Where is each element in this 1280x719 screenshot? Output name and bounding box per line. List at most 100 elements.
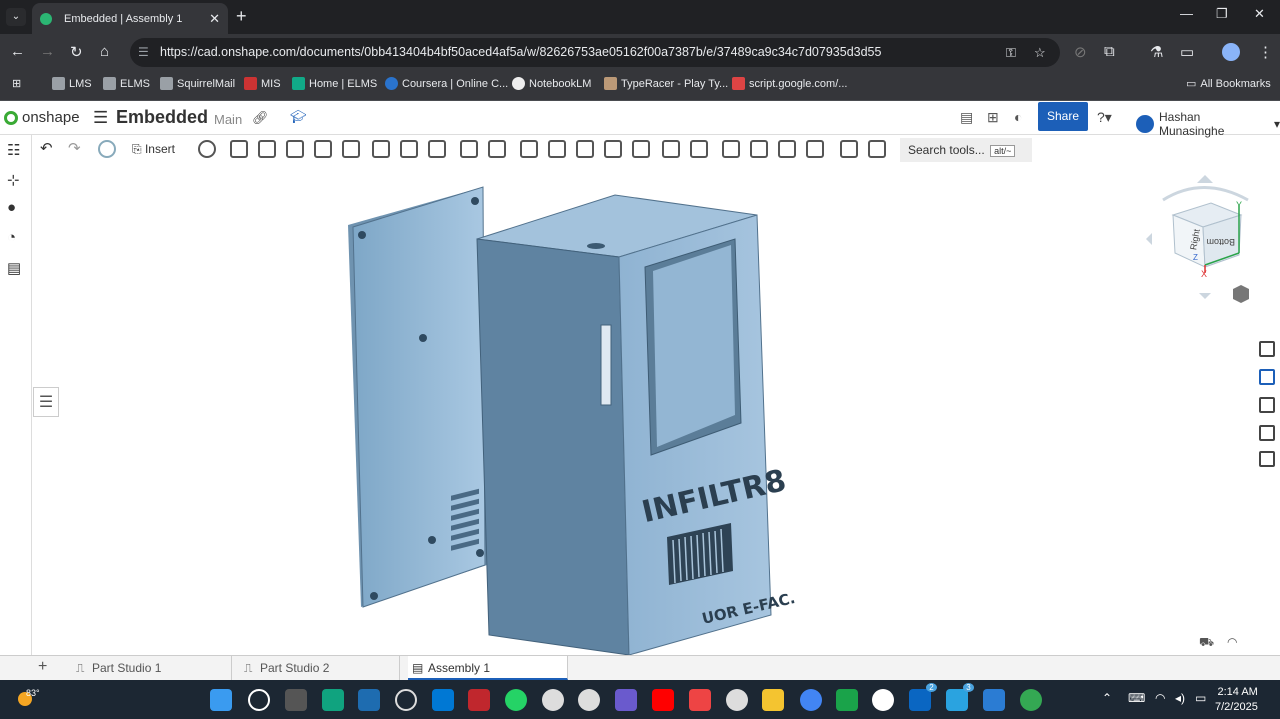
tab-part-studio-2[interactable]: ⎍ Part Studio 2	[240, 656, 400, 680]
section-view-icon[interactable]	[806, 140, 824, 158]
chatgpt-3-icon[interactable]	[578, 689, 600, 711]
extension-blocked-icon[interactable]: ⊘	[1074, 43, 1087, 61]
back-icon[interactable]: ←	[10, 43, 25, 60]
instances-icon[interactable]: ⊹	[7, 171, 25, 189]
share-button[interactable]: Share	[1038, 102, 1088, 131]
whatsapp-icon[interactable]	[505, 689, 527, 711]
onshape-logo[interactable]: onshape	[4, 109, 80, 126]
planar-mate-icon[interactable]	[314, 140, 332, 158]
sheets-icon[interactable]	[836, 689, 858, 711]
comments-icon[interactable]: ●	[7, 199, 25, 216]
user-menu[interactable]: Hashan Munasinghe ▾	[1136, 110, 1280, 138]
chatgpt-2-icon[interactable]	[542, 689, 564, 711]
link-icon[interactable]: 🔗︎	[252, 110, 269, 126]
app-icon[interactable]	[358, 689, 380, 711]
clock-icon[interactable]	[198, 140, 216, 158]
branch-name[interactable]: Main	[214, 112, 242, 127]
perplexity-icon[interactable]	[395, 689, 417, 711]
browser-menu-icon[interactable]: ⋮	[1258, 43, 1273, 61]
rack-pinion-icon[interactable]	[604, 140, 622, 158]
browser-tab-active[interactable]: Embedded | Assembly 1 ✕	[32, 3, 228, 34]
history-icon[interactable]: ◔	[7, 229, 25, 246]
mate-connector-icon[interactable]	[548, 140, 566, 158]
bookmark-script-google[interactable]: script.google.com/...	[732, 77, 847, 90]
extensions-icon[interactable]: ⧉	[1104, 43, 1115, 60]
properties-panel-icon[interactable]	[1259, 341, 1275, 357]
linkedin-icon[interactable]: 2	[909, 683, 937, 711]
cylindrical-mate-icon[interactable]	[342, 140, 360, 158]
all-bookmarks-button[interactable]: ▭ All Bookmarks	[1186, 77, 1271, 91]
hamburger-menu-icon[interactable]: ☰	[93, 108, 108, 128]
keyboard-icon[interactable]: ⌨	[1128, 691, 1145, 705]
feature-list-icon[interactable]: ☷	[7, 141, 25, 159]
search-taskbar-icon[interactable]	[248, 689, 270, 711]
replicate-icon[interactable]	[722, 140, 740, 158]
reload-icon[interactable]: ↻	[70, 43, 83, 61]
bookmark-mis[interactable]: MIS	[244, 77, 281, 90]
bookmark-lms[interactable]: LMS	[52, 77, 92, 90]
app-store-icon[interactable]: ⊞	[987, 109, 999, 126]
vscode-icon[interactable]: 3	[946, 683, 974, 711]
side-panel[interactable]	[348, 186, 487, 608]
document-list-icon[interactable]: ▤	[960, 109, 973, 126]
battery-icon[interactable]: ▭	[1195, 691, 1206, 705]
measure-icon[interactable]	[840, 140, 858, 158]
assembly-model[interactable]: INFILTR8 UOR E-FAC. Right Bottom Y X Z ▾…	[33, 165, 1255, 655]
linear-pattern-icon[interactable]	[662, 140, 680, 158]
app-red-icon[interactable]	[468, 689, 490, 711]
volume-icon[interactable]: ◂)	[1175, 691, 1185, 705]
chatgpt-4-icon[interactable]	[726, 689, 748, 711]
insert-button[interactable]: ⎘ Insert	[132, 142, 175, 157]
search-tools-button[interactable]: Search tools... alt/~ c	[900, 138, 1032, 182]
group-icon[interactable]	[520, 140, 538, 158]
explode-icon[interactable]	[778, 140, 796, 158]
pin-slot-mate-icon[interactable]	[372, 140, 390, 158]
clock[interactable]: 2:14 AM 7/2/2025	[1215, 685, 1258, 715]
site-info-icon[interactable]: ☰	[138, 38, 149, 67]
bookmark-elms[interactable]: ELMS	[103, 77, 150, 90]
close-tab-icon[interactable]: ✕	[209, 11, 220, 27]
bookmark-home-elms[interactable]: Home | ELMS	[292, 77, 377, 90]
redo-icon[interactable]: ↷	[68, 139, 81, 157]
enclosure-box[interactable]	[476, 194, 772, 655]
view-cube[interactable]: Right Bottom Y X Z	[1146, 175, 1255, 299]
screw-relation-icon[interactable]	[632, 140, 650, 158]
revolute-mate-icon[interactable]	[258, 140, 276, 158]
start-icon[interactable]	[210, 689, 232, 711]
viewcube-bottom-label[interactable]: Bottom	[1206, 237, 1235, 247]
bookmark-squirrelmail[interactable]: SquirrelMail	[160, 77, 235, 90]
tab-part-studio-1[interactable]: ⎍ Part Studio 1	[72, 656, 232, 680]
help-icon[interactable]: ?▾	[1097, 109, 1112, 126]
tab-search-button[interactable]: ⌄	[6, 8, 26, 26]
graphics-area[interactable]: ☰ INFILTR8 UOR E-FAC. Right Bottom Y X Z…	[33, 165, 1255, 655]
width-mate-icon[interactable]	[488, 140, 506, 158]
bom-panel-icon[interactable]	[1259, 397, 1275, 413]
mate-panel-icon[interactable]	[1259, 425, 1275, 441]
tray-chevron-icon[interactable]: ⌃	[1102, 691, 1112, 705]
tab-assembly-1[interactable]: ▤ Assembly 1	[408, 656, 568, 680]
profile-avatar[interactable]	[1222, 43, 1240, 61]
variables-panel-icon[interactable]	[1259, 451, 1275, 467]
slider-mate-icon[interactable]	[286, 140, 304, 158]
regenerate-icon[interactable]	[98, 140, 116, 158]
mass-properties-icon[interactable]	[868, 140, 886, 158]
learning-center-icon[interactable]: 🎓︎	[290, 109, 307, 125]
maximize-icon[interactable]: ❐	[1216, 6, 1228, 22]
gear-relation-icon[interactable]	[576, 140, 594, 158]
document-name[interactable]: Embedded	[116, 107, 208, 128]
chrome-icon[interactable]	[800, 689, 822, 711]
home-icon[interactable]: ⌂	[100, 43, 109, 60]
mirror-icon[interactable]	[750, 140, 768, 158]
bookmark-notebooklm[interactable]: NotebookLM	[512, 77, 591, 90]
weather-widget[interactable]: 83°	[16, 684, 40, 706]
pdf-icon[interactable]	[689, 689, 711, 711]
wifi-icon[interactable]: ◠	[1155, 691, 1165, 705]
bookmark-typeracer[interactable]: TypeRacer - Play Ty...	[604, 77, 728, 90]
minimize-icon[interactable]: —	[1180, 6, 1193, 21]
fasten-mate-icon[interactable]	[230, 140, 248, 158]
vs-icon[interactable]	[615, 689, 637, 711]
appearance-panel-icon[interactable]	[1259, 369, 1275, 385]
ball-mate-icon[interactable]	[400, 140, 418, 158]
parallel-mate-icon[interactable]	[428, 140, 446, 158]
apps-grid-icon[interactable]: ⊞	[12, 77, 21, 90]
